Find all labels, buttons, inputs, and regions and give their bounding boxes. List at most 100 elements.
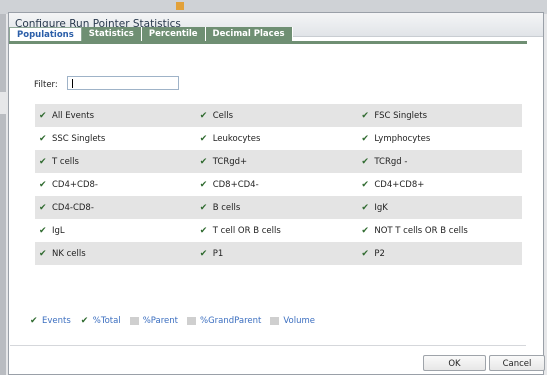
population-checkbox[interactable]: ✔ xyxy=(360,225,369,236)
population-row: ✔ CD4-CD8- ✔ B cells ✔ IgK xyxy=(35,196,522,219)
checkmark-icon: ✔ xyxy=(361,156,369,167)
population-checkbox[interactable]: ✔ xyxy=(360,133,369,144)
population-label: CD8+CD4- xyxy=(212,179,259,190)
population-item[interactable]: ✔ T cell OR B cells xyxy=(199,226,361,236)
population-checkbox[interactable]: ✔ xyxy=(199,111,208,120)
background-left-edge xyxy=(0,14,6,375)
stat-option[interactable]: ✔ %Total xyxy=(79,316,121,326)
population-item[interactable]: ✔ Lymphocytes xyxy=(360,134,522,144)
stat-label: %GrandParent xyxy=(200,316,262,326)
stat-option[interactable]: %GrandParent xyxy=(187,316,261,326)
population-checkbox[interactable]: ✔ xyxy=(38,133,47,144)
population-checkbox[interactable]: ✔ xyxy=(38,225,47,236)
tab-populations[interactable]: Populations xyxy=(9,27,82,42)
checkmark-icon: ✔ xyxy=(199,156,208,167)
checkmark-icon: ✔ xyxy=(199,179,208,190)
population-item[interactable]: ✔ NOT T cells OR B cells xyxy=(360,226,522,236)
checkmark-icon: ✔ xyxy=(39,179,47,190)
populations-grid: ✔ All Events ✔ Cells ✔ FSC Singlets ✔ SSC Singl… xyxy=(35,104,522,265)
population-label: CD4-CD8- xyxy=(52,202,94,213)
population-checkbox[interactable]: ✔ xyxy=(199,156,208,167)
population-checkbox[interactable]: ✔ xyxy=(360,248,369,259)
population-item[interactable]: ✔ CD4-CD8- xyxy=(35,203,199,213)
filter-label: Filter: xyxy=(34,80,58,90)
tab-percentile[interactable]: Percentile xyxy=(141,27,206,42)
population-checkbox[interactable]: ✔ xyxy=(199,248,208,259)
population-label: P2 xyxy=(374,248,385,259)
population-checkbox[interactable]: ✔ xyxy=(199,134,208,143)
population-item[interactable]: ✔ TCRgd - xyxy=(360,157,522,167)
population-item[interactable]: ✔ NK cells xyxy=(35,249,199,259)
stat-label: Events xyxy=(42,316,71,326)
stat-label: %Parent xyxy=(142,316,179,326)
checkmark-icon: ✔ xyxy=(39,110,47,121)
stat-checkbox[interactable]: ✔ xyxy=(79,316,89,326)
population-label: Cells xyxy=(212,110,234,121)
population-checkbox[interactable]: ✔ xyxy=(199,225,208,236)
checkmark-icon: ✔ xyxy=(30,316,38,326)
tab-statistics[interactable]: Statistics xyxy=(81,27,142,42)
population-item[interactable]: ✔ CD8+CD4- xyxy=(199,180,361,190)
stat-option[interactable]: ✔ Events xyxy=(29,316,71,326)
population-label: SSC Singlets xyxy=(52,133,106,144)
population-item[interactable]: ✔ P2 xyxy=(360,249,522,259)
stat-option[interactable]: %Parent xyxy=(129,316,179,326)
checkmark-icon: ✔ xyxy=(39,248,47,259)
ok-button[interactable]: OK xyxy=(423,355,486,371)
population-checkbox[interactable]: ✔ xyxy=(38,179,47,190)
checkmark-icon: ✔ xyxy=(39,202,47,213)
checkmark-icon: ✔ xyxy=(361,133,369,144)
population-item[interactable]: ✔ All Events xyxy=(35,111,199,121)
cancel-button[interactable]: Cancel xyxy=(489,355,545,371)
population-item[interactable]: ✔ CD4+CD8- xyxy=(35,180,199,190)
population-checkbox[interactable]: ✔ xyxy=(38,156,47,167)
population-checkbox[interactable]: ✔ xyxy=(360,156,369,167)
population-row: ✔ T cells ✔ TCRgd+ ✔ TCRgd - xyxy=(35,150,522,173)
tab-underline xyxy=(9,41,527,44)
population-label: FSC Singlets xyxy=(374,110,428,121)
population-item[interactable]: ✔ Leukocytes xyxy=(199,134,361,144)
filter-input[interactable] xyxy=(67,76,179,90)
population-item[interactable]: ✔ TCRgd+ xyxy=(199,157,361,167)
stat-checkbox[interactable] xyxy=(129,317,139,325)
checkmark-icon: ✔ xyxy=(199,225,208,236)
background-edge-tab xyxy=(0,92,6,114)
checkmark-icon: ✔ xyxy=(39,156,47,167)
population-item[interactable]: ✔ T cells xyxy=(35,157,199,167)
population-item[interactable]: ✔ FSC Singlets xyxy=(360,111,522,121)
checkmark-icon: ✔ xyxy=(361,202,369,213)
population-label: TCRgd+ xyxy=(212,156,248,167)
population-item[interactable]: ✔ IgK xyxy=(360,203,522,213)
checkmark-icon: ✔ xyxy=(361,248,369,259)
population-label: T cells xyxy=(52,156,79,167)
checkmark-icon: ✔ xyxy=(39,133,47,144)
population-checkbox[interactable]: ✔ xyxy=(360,202,369,213)
population-item[interactable]: ✔ Cells xyxy=(199,111,361,121)
stat-checkbox[interactable] xyxy=(187,317,197,325)
population-checkbox[interactable]: ✔ xyxy=(360,180,369,189)
population-checkbox[interactable]: ✔ xyxy=(360,110,369,121)
population-label: Lymphocytes xyxy=(374,133,431,144)
population-checkbox[interactable]: ✔ xyxy=(38,248,47,259)
stat-checkbox[interactable]: ✔ xyxy=(29,316,38,326)
stat-checkbox[interactable] xyxy=(270,317,280,325)
population-label: CD4+CD8- xyxy=(52,179,98,190)
population-item[interactable]: ✔ B cells xyxy=(199,203,361,213)
tab-decimal-places[interactable]: Decimal Places xyxy=(205,27,293,42)
population-item[interactable]: ✔ IgL xyxy=(35,226,199,236)
population-checkbox[interactable]: ✔ xyxy=(38,202,47,213)
stat-option[interactable]: Volume xyxy=(270,316,315,326)
checkmark-icon: ✔ xyxy=(199,248,208,259)
population-checkbox[interactable]: ✔ xyxy=(199,179,208,190)
checkmark-icon: ✔ xyxy=(199,202,208,213)
population-checkbox[interactable]: ✔ xyxy=(199,202,208,213)
population-row: ✔ NK cells ✔ P1 ✔ P2 xyxy=(35,242,522,265)
checkmark-icon: ✔ xyxy=(361,110,369,121)
population-item[interactable]: ✔ SSC Singlets xyxy=(35,134,199,144)
checkmark-icon: ✔ xyxy=(39,225,47,236)
population-item[interactable]: ✔ P1 xyxy=(199,249,361,259)
population-checkbox[interactable]: ✔ xyxy=(38,110,47,121)
checkmark-icon: ✔ xyxy=(361,225,369,236)
population-item[interactable]: ✔ CD4+CD8+ xyxy=(360,180,522,190)
checkmark-icon: ✔ xyxy=(80,316,89,326)
